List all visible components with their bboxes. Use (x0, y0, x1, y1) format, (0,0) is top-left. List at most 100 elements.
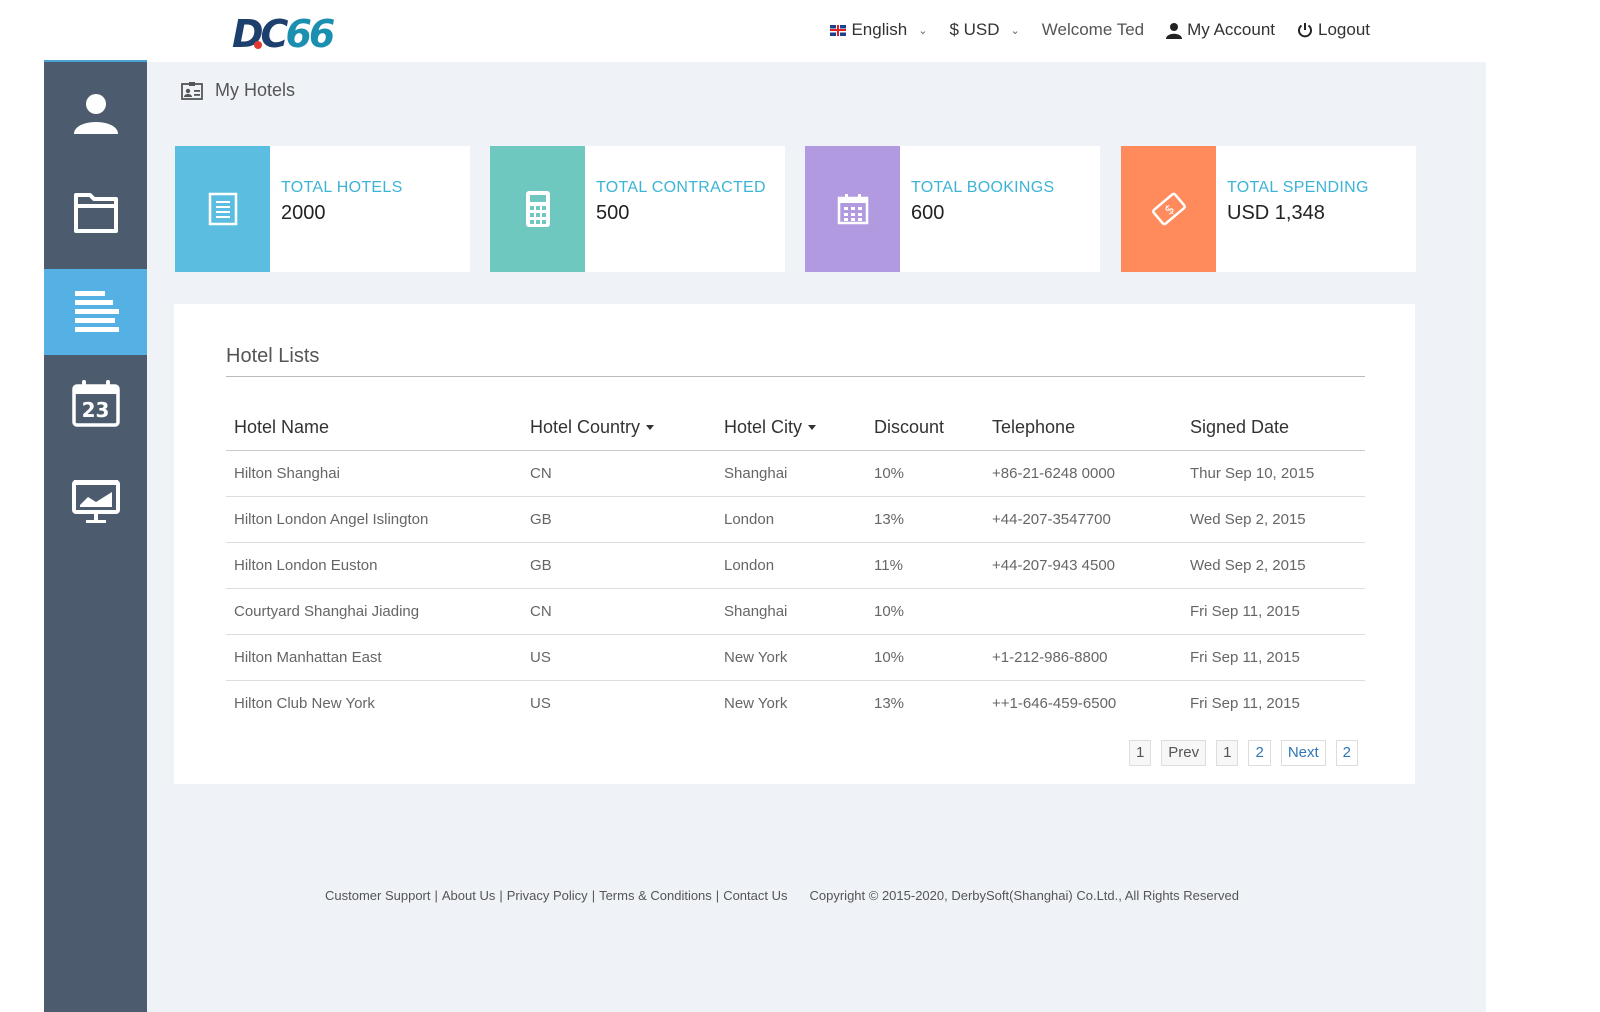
sort-caret-icon (646, 425, 655, 431)
table-row[interactable]: Hilton Club New York US New York 13% ++1… (226, 681, 1365, 727)
cell-discount: 13% (866, 496, 984, 543)
cell-hotel-name: Courtyard Shanghai Jiading (226, 588, 522, 635)
logo-text-66: 66 (285, 12, 335, 56)
column-header-hotel-name[interactable]: Hotel Name (226, 404, 522, 451)
table-row[interactable]: Hilton Manhattan East US New York 10% +1… (226, 634, 1365, 681)
footer-link-about-us[interactable]: About Us (442, 888, 495, 903)
hotel-table: Hotel Name Hotel Country Hotel City Disc… (226, 404, 1365, 726)
sidebar-item-hotels[interactable] (44, 269, 147, 355)
stat-card-total-contracted: TOTAL CONTRACTED 500 (490, 146, 785, 272)
page-button-2[interactable]: 2 (1248, 740, 1271, 766)
stat-value: 500 (596, 202, 630, 224)
cell-discount: 10% (866, 588, 984, 635)
currency-label: $ USD (949, 20, 1000, 39)
my-account-link[interactable]: My Account (1166, 20, 1275, 40)
footer-link-customer-support[interactable]: Customer Support (325, 888, 431, 903)
cell-hotel-country: GB (522, 542, 716, 589)
stat-icon-box (490, 146, 585, 272)
money-icon: $ (1151, 192, 1186, 226)
stat-icon-box (805, 146, 900, 272)
cell-hotel-country: CN (522, 450, 716, 497)
page-indicator-total[interactable]: 2 (1335, 740, 1358, 766)
cell-hotel-name: Hilton Manhattan East (226, 634, 522, 681)
cell-hotel-city: London (716, 496, 866, 543)
cell-hotel-country: GB (522, 496, 716, 543)
column-header-label: Hotel City (724, 416, 803, 437)
cell-hotel-city: New York (716, 634, 866, 681)
stat-label: TOTAL BOOKINGS (911, 179, 1055, 196)
column-header-label: Hotel Country (530, 416, 641, 437)
footer-link-privacy-policy[interactable]: Privacy Policy (507, 888, 588, 903)
column-header-discount[interactable]: Discount (866, 404, 984, 451)
footer-separator: | (591, 888, 596, 903)
uk-flag-icon (830, 24, 847, 36)
cell-hotel-city: New York (724, 695, 788, 712)
stat-icon-box (175, 146, 270, 272)
user-icon (1166, 22, 1183, 39)
my-account-label: My Account (1187, 20, 1275, 39)
stat-value: 2000 (281, 202, 326, 224)
sort-caret-icon (808, 425, 817, 431)
cell-hotel-city: London (716, 542, 866, 589)
language-label: English (851, 20, 908, 39)
next-page-button[interactable]: Next (1280, 740, 1326, 766)
cell-signed-date: Fri Sep 11, 2015 (1182, 634, 1365, 681)
table-header-row: Hotel Name Hotel Country Hotel City Disc… (226, 404, 1365, 451)
sidebar-item-presentation[interactable] (44, 458, 147, 544)
cell-signed-date: Fri Sep 11, 2015 (1182, 588, 1365, 635)
language-selector[interactable]: English ⌄ (830, 20, 927, 40)
logo-dot (254, 41, 262, 49)
column-header-hotel-country[interactable]: Hotel Country (522, 404, 716, 451)
cell-discount: 10% (866, 450, 984, 497)
cell-telephone: +86-21-6248 0000 (984, 450, 1182, 497)
cell-telephone: +1-212-986-8800 (984, 634, 1182, 681)
logout-link[interactable]: Logout (1297, 20, 1370, 40)
divider (226, 376, 1365, 377)
pagination: 1 Prev 1 2 Next 2 (1128, 740, 1358, 766)
column-header-signed-date[interactable]: Signed Date (1182, 404, 1365, 451)
stat-label: TOTAL HOTELS (281, 179, 403, 196)
cell-hotel-name: Hilton London Euston (226, 542, 522, 589)
table-row[interactable]: Courtyard Shanghai Jiading CN Shanghai 1… (226, 588, 1365, 635)
column-header-label: Discount (874, 416, 945, 437)
copyright-text: Copyright © 2015-2020, DerbySoft(Shangha… (809, 888, 1239, 903)
column-header-hotel-city[interactable]: Hotel City (716, 404, 866, 451)
cell-hotel-country: CN (522, 588, 716, 635)
stat-value: USD 1,348 (1227, 202, 1325, 224)
cell-discount: 13% (874, 695, 905, 712)
page-indicator-current: 1 (1128, 740, 1152, 766)
cell-signed-date: Thur Sep 10, 2015 (1182, 450, 1365, 497)
stat-label: TOTAL SPENDING (1227, 179, 1369, 196)
sidebar-item-folders[interactable] (44, 168, 147, 254)
prev-page-button[interactable]: Prev (1161, 740, 1207, 766)
cell-telephone: +44-207-3547700 (984, 496, 1182, 543)
cell-hotel-country: US (522, 634, 716, 681)
footer-link-terms[interactable]: Terms & Conditions (599, 888, 712, 903)
cell-hotel-name: Hilton London Angel Islington (226, 496, 522, 543)
column-header-telephone[interactable]: Telephone (984, 404, 1182, 451)
chevron-down-icon: ⌄ (1010, 24, 1020, 37)
sidebar-item-profile[interactable] (44, 70, 147, 156)
stat-card-total-bookings: TOTAL BOOKINGS 600 (805, 146, 1100, 272)
table-row[interactable]: Hilton London Angel Islington GB London … (226, 496, 1365, 543)
stat-value: 600 (911, 202, 945, 224)
stat-card-total-spending: $ TOTAL SPENDING USD 1,348 (1121, 146, 1416, 272)
cell-signed-date: Wed Sep 2, 2015 (1182, 542, 1365, 589)
sidebar-item-calendar[interactable]: 23 (44, 360, 147, 446)
stat-icon-box: $ (1121, 146, 1216, 272)
footer-link-contact-us[interactable]: Contact Us (723, 888, 787, 903)
table-row[interactable]: Hilton London Euston GB London 11% +44-2… (226, 542, 1365, 589)
hotel-list-panel: Hotel Lists Hotel Name Hotel Country Hot… (174, 304, 1415, 784)
footer-links: Customer Support | About Us | Privacy Po… (325, 888, 788, 903)
page-title-text: My Hotels (215, 80, 296, 100)
table-row[interactable]: Hilton Shanghai CN Shanghai 10% +86-21-6… (226, 450, 1365, 497)
logo[interactable]: DC66 (232, 12, 335, 56)
hotel-list-title: Hotel Lists (226, 345, 320, 367)
welcome-text: Welcome Ted (1042, 20, 1144, 40)
stat-card-total-hotels: TOTAL HOTELS 2000 (175, 146, 470, 272)
stat-label: TOTAL CONTRACTED (596, 179, 766, 196)
cell-telephone: ++1-646-459-6500 (992, 695, 1117, 712)
cell-hotel-city: Shanghai (716, 588, 866, 635)
currency-selector[interactable]: $ USD ⌄ (949, 20, 1019, 40)
page-button-1[interactable]: 1 (1216, 740, 1239, 766)
